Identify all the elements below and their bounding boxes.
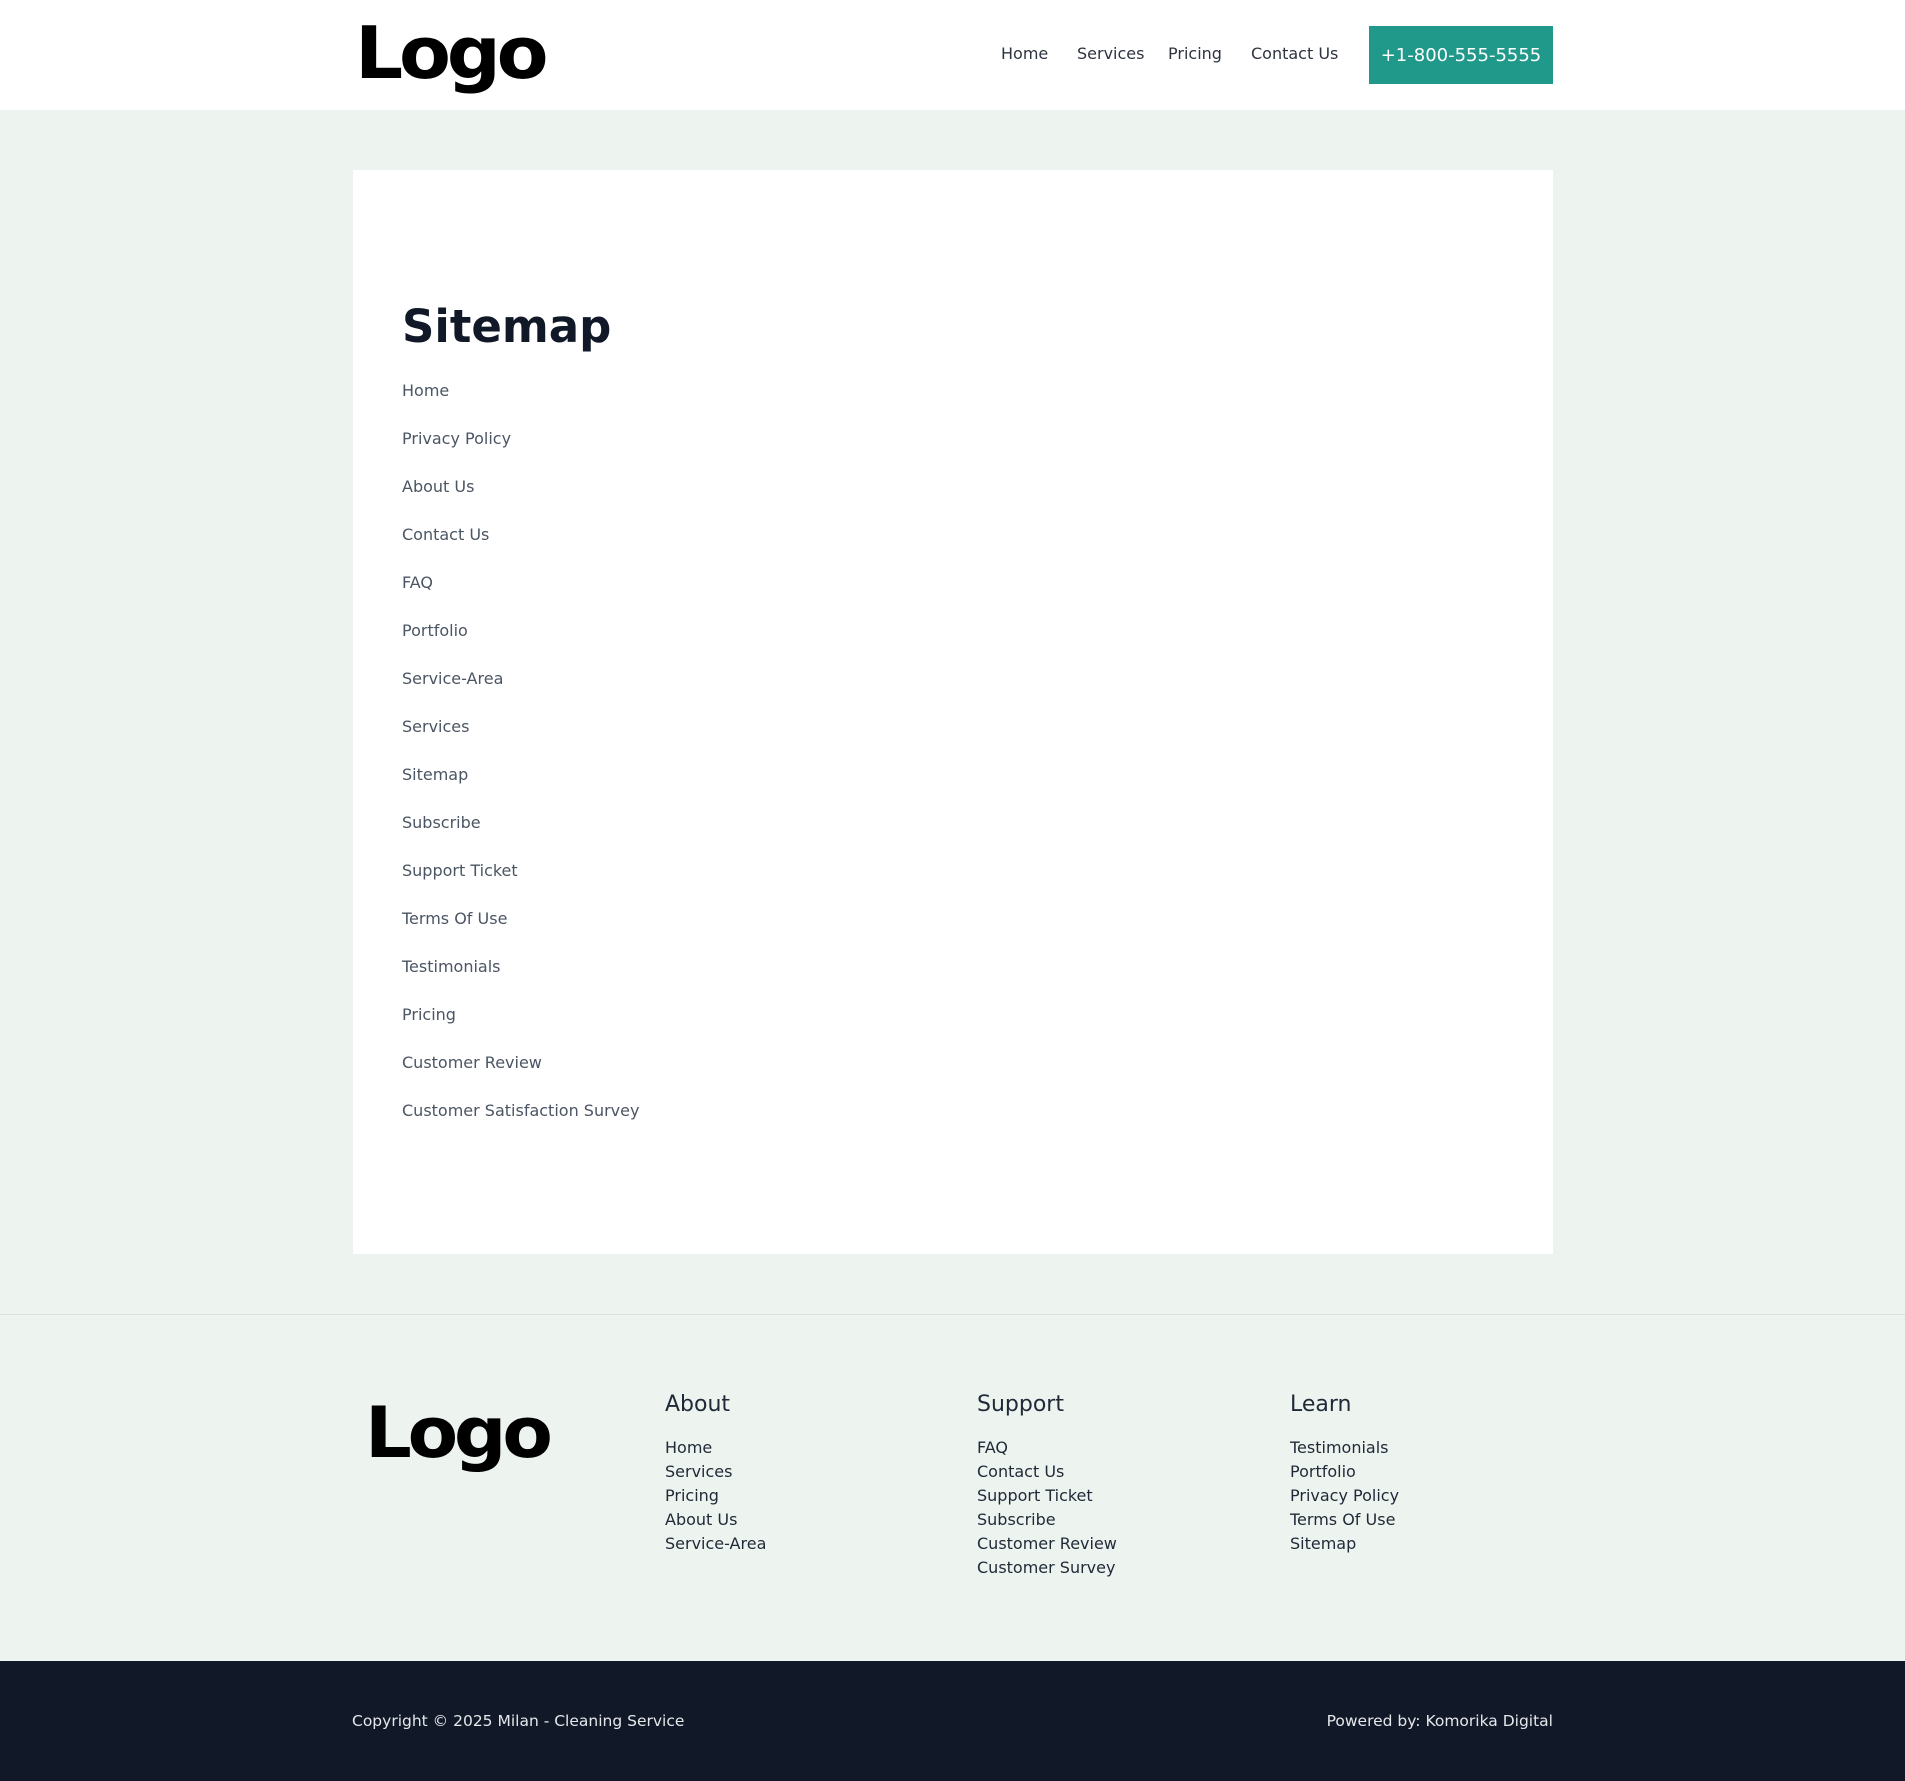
page-title: Sitemap	[402, 300, 612, 353]
footer-column-learn: Learn Testimonials Portfolio Privacy Pol…	[1290, 1390, 1399, 1556]
footer-logo[interactable]: Logo	[365, 1395, 553, 1471]
sitemap-link-sitemap[interactable]: Sitemap	[402, 765, 468, 784]
footer-link-pricing[interactable]: Pricing	[665, 1486, 719, 1505]
footer-link-about-us[interactable]: About Us	[665, 1510, 737, 1529]
sitemap-link-privacy-policy[interactable]: Privacy Policy	[402, 429, 511, 448]
sitemap-link-services[interactable]: Services	[402, 717, 469, 736]
sitemap-link-subscribe[interactable]: Subscribe	[402, 813, 481, 832]
footer-column-about: About Home Services Pricing About Us Ser…	[665, 1390, 766, 1556]
footer-link-home[interactable]: Home	[665, 1438, 712, 1457]
footer-link-customer-survey[interactable]: Customer Survey	[977, 1558, 1115, 1577]
footer-link-support-ticket[interactable]: Support Ticket	[977, 1486, 1093, 1505]
nav-contact-us[interactable]: Contact Us	[1251, 43, 1338, 65]
copyright-text: Copyright © 2025 Milan - Cleaning Servic…	[352, 1712, 685, 1730]
powered-by-text: Powered by: Komorika Digital	[1326, 1712, 1553, 1730]
footer-heading-about: About	[665, 1392, 731, 1417]
sitemap-link-portfolio[interactable]: Portfolio	[402, 621, 468, 640]
footer-link-testimonials[interactable]: Testimonials	[1290, 1438, 1389, 1457]
sitemap-link-testimonials[interactable]: Testimonials	[402, 957, 501, 976]
sitemap-link-service-area[interactable]: Service-Area	[402, 669, 503, 688]
footer-link-terms-of-use[interactable]: Terms Of Use	[1290, 1510, 1395, 1529]
footer-divider	[0, 1314, 1905, 1315]
nav-home[interactable]: Home	[1001, 43, 1048, 65]
sitemap-link-pricing[interactable]: Pricing	[402, 1005, 456, 1024]
footer-link-service-area[interactable]: Service-Area	[665, 1534, 766, 1553]
site-logo[interactable]: Logo	[355, 14, 549, 92]
sitemap-link-about-us[interactable]: About Us	[402, 477, 474, 496]
site-header: Logo Home Services Pricing Contact Us +1…	[0, 0, 1905, 110]
bottom-bar: Copyright © 2025 Milan - Cleaning Servic…	[0, 1661, 1905, 1781]
sitemap-link-contact-us[interactable]: Contact Us	[402, 525, 489, 544]
sitemap-link-faq[interactable]: FAQ	[402, 573, 433, 592]
footer-link-subscribe[interactable]: Subscribe	[977, 1510, 1056, 1529]
phone-call-button[interactable]: +1-800-555-5555	[1369, 26, 1553, 84]
footer-link-faq[interactable]: FAQ	[977, 1438, 1008, 1457]
footer-heading-support: Support	[977, 1392, 1064, 1417]
footer-heading-learn: Learn	[1290, 1392, 1352, 1417]
sitemap-link-terms-of-use[interactable]: Terms Of Use	[402, 909, 507, 928]
footer-link-contact-us[interactable]: Contact Us	[977, 1462, 1064, 1481]
footer-link-privacy-policy[interactable]: Privacy Policy	[1290, 1486, 1399, 1505]
footer-link-portfolio[interactable]: Portfolio	[1290, 1462, 1356, 1481]
sitemap-link-customer-satisfaction-survey[interactable]: Customer Satisfaction Survey	[402, 1101, 639, 1120]
sitemap-link-home[interactable]: Home	[402, 381, 449, 400]
nav-pricing[interactable]: Pricing	[1168, 43, 1222, 65]
footer-link-customer-review[interactable]: Customer Review	[977, 1534, 1117, 1553]
footer-link-sitemap[interactable]: Sitemap	[1290, 1534, 1356, 1553]
sitemap-link-customer-review[interactable]: Customer Review	[402, 1053, 542, 1072]
footer-link-services[interactable]: Services	[665, 1462, 732, 1481]
footer-column-support: Support FAQ Contact Us Support Ticket Su…	[977, 1390, 1117, 1580]
sitemap-link-support-ticket[interactable]: Support Ticket	[402, 861, 518, 880]
sitemap-list: Home Privacy Policy About Us Contact Us …	[402, 380, 639, 1148]
nav-services[interactable]: Services	[1077, 43, 1144, 65]
